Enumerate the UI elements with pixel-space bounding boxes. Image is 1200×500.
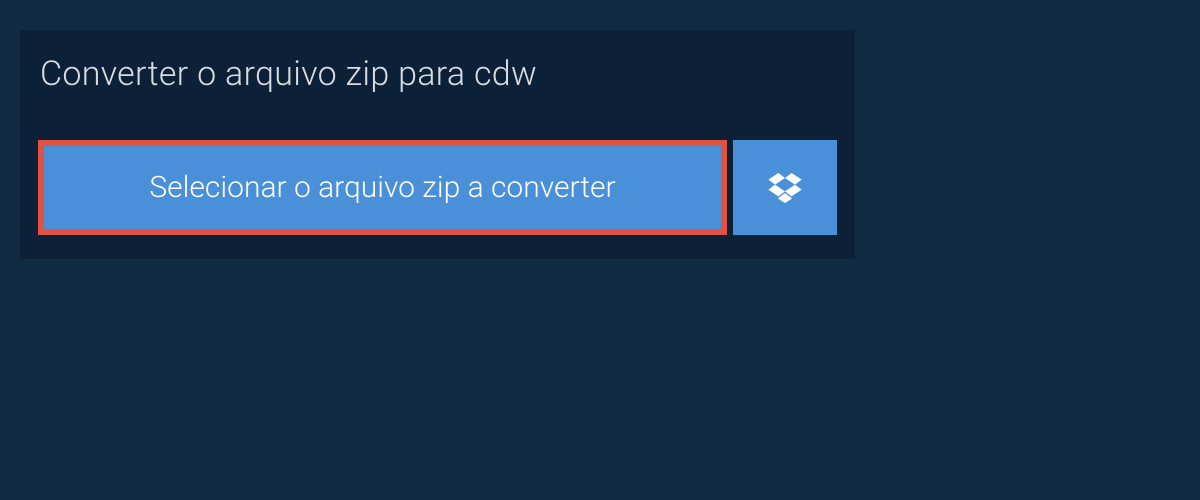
converter-panel: Converter o arquivo zip para cdw Selecio… (20, 30, 855, 259)
select-file-label: Selecionar o arquivo zip a converter (149, 170, 615, 205)
title-bar: Converter o arquivo zip para cdw (20, 30, 680, 118)
select-file-button[interactable]: Selecionar o arquivo zip a converter (38, 140, 727, 235)
page-title: Converter o arquivo zip para cdw (40, 54, 660, 94)
dropbox-button[interactable] (733, 140, 837, 235)
page-container: Converter o arquivo zip para cdw Selecio… (0, 0, 1200, 289)
button-row: Selecionar o arquivo zip a converter (20, 118, 855, 259)
dropbox-icon (768, 173, 802, 203)
